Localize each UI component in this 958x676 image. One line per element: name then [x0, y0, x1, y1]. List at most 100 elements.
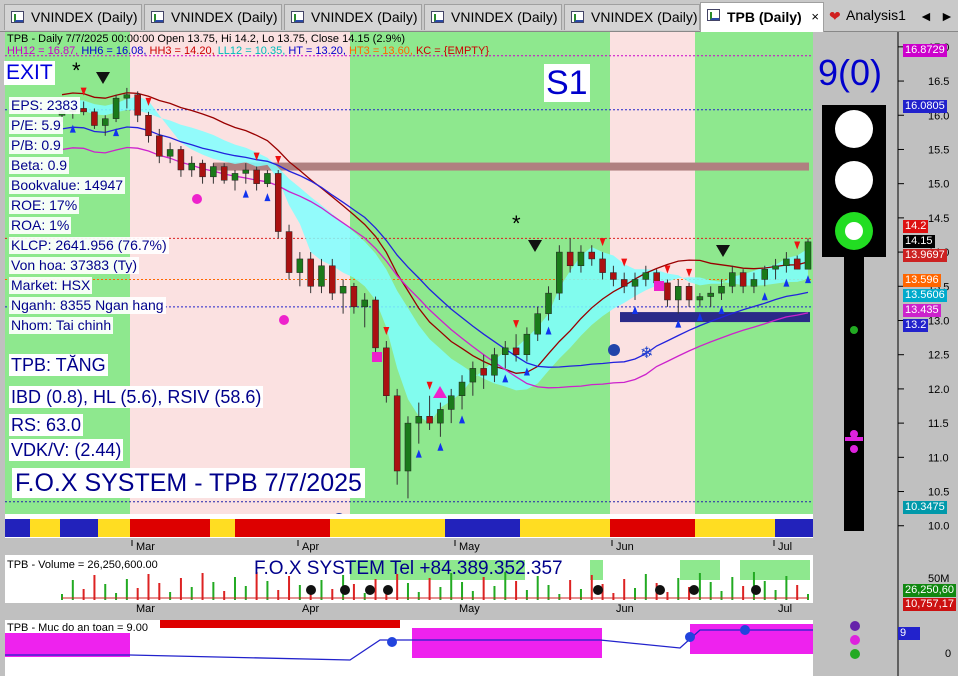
- volume-bar-0: [61, 594, 63, 600]
- safe-bar-red: [160, 620, 400, 628]
- tab-vnindex-2[interactable]: VNINDEX (Daily): [144, 4, 282, 30]
- tick-label-11.5: 11.5: [928, 418, 949, 430]
- safety-title: TPB - Muc do an toan = 9.00: [7, 622, 148, 634]
- candle-body: [664, 282, 671, 301]
- chart-icon: [707, 9, 720, 21]
- tab-vnindex-5[interactable]: VNINDEX (Daily): [564, 4, 700, 30]
- tab-bar: VNINDEX (Daily) VNINDEX (Daily) VNINDEX …: [0, 0, 958, 32]
- tab-vnindex-1[interactable]: VNINDEX (Daily): [4, 4, 142, 30]
- analysis-trend: TPB: TĂNG: [9, 354, 108, 376]
- candle-body: [329, 265, 336, 294]
- candle-body: [523, 333, 531, 355]
- price-tag-hh12: 16.8729: [903, 44, 947, 57]
- chart-header-line2: HH12 = 16.87, HH6 = 16.08, HH3 = 14.20, …: [7, 45, 489, 57]
- candle-body: [404, 422, 412, 472]
- strip-cell-12: [775, 519, 813, 537]
- volume-bar-19: [266, 581, 269, 600]
- strip-cell-8: [445, 519, 520, 537]
- candle-body: [783, 258, 790, 267]
- volume-bar-49: [590, 575, 593, 600]
- fund-beta: Beta: 0.9: [9, 157, 70, 174]
- volume-bar-67: [785, 576, 788, 600]
- candle-body: [512, 347, 520, 355]
- tick-label-11.0: 11.0: [928, 452, 949, 464]
- volume-bar-14: [212, 582, 215, 600]
- exit-signal: EXIT: [4, 61, 55, 85]
- volume-bar-56: [666, 592, 669, 600]
- volume-bar-6: [125, 579, 128, 600]
- tab-scroll-left-button[interactable]: ◄: [919, 8, 933, 24]
- volume-bar-60: [709, 582, 712, 600]
- fund-pe: P/E: 5.9: [9, 117, 63, 134]
- candle-body: [188, 162, 195, 171]
- candle-31: [393, 388, 401, 485]
- volume-dot-5: [655, 585, 665, 595]
- fox-system-title: F.O.X SYSTEM - TPB 7/7/2025: [12, 468, 365, 498]
- candle-body: [469, 368, 477, 383]
- candle-body: [588, 251, 596, 260]
- price-tag-band: 13.5606: [903, 289, 947, 302]
- month-label-Mar: Mar: [136, 541, 155, 553]
- candle-body: [707, 292, 714, 297]
- safety-dot-1: [685, 632, 695, 642]
- tab-tpb[interactable]: TPB (Daily) ×: [700, 2, 824, 32]
- volume-bar-8: [147, 574, 150, 600]
- volume-dot-4: [593, 585, 603, 595]
- fund-von-hoa: Von hoa: 37383 (Ty): [9, 257, 140, 274]
- volume-bar-5: [115, 593, 118, 600]
- signal-count: 9(0): [818, 52, 883, 93]
- volume-bar-38: [471, 591, 474, 600]
- safe-zone-2: [690, 624, 813, 654]
- tab-label: VNINDEX (Daily): [591, 9, 698, 25]
- volume-bar-11: [179, 578, 182, 600]
- candle-body: [383, 347, 390, 397]
- s1-signal: S1: [544, 64, 590, 102]
- volume-bar-52: [623, 579, 626, 600]
- candle-29: [372, 296, 379, 355]
- analysis-vdk: VDK/V: (2.44): [9, 439, 124, 461]
- tick-label-14.5: 14.5: [928, 213, 949, 225]
- candle-body: [631, 279, 639, 287]
- tab-analysis[interactable]: Analysis1: [846, 7, 906, 23]
- fund-nganh: Nganh: 8355 Ngan hang: [9, 297, 166, 314]
- tab-vnindex-3[interactable]: VNINDEX (Daily): [284, 4, 422, 30]
- candle-body: [480, 368, 487, 376]
- candle-body: [350, 286, 358, 308]
- strip-cell-10: [610, 519, 695, 537]
- volume-dot-2: [365, 585, 375, 595]
- asterisk-marker-2: *: [512, 211, 521, 236]
- tab-label: VNINDEX (Daily): [311, 9, 418, 25]
- candle-body: [696, 296, 704, 301]
- strip-cell-11: [695, 519, 775, 537]
- chart-header-line1: TPB - Daily 7/7/2025 00:00:00 Open 13.75…: [7, 33, 406, 45]
- candle-body: [426, 416, 433, 424]
- volume-bar-28: [363, 593, 366, 600]
- signal-strip-cells: [5, 519, 813, 537]
- strip-cell-2: [60, 519, 98, 537]
- volume-bar-62: [731, 577, 734, 600]
- asterisk-marker: *: [72, 58, 81, 83]
- legend-dot-magenta: [850, 635, 860, 645]
- fund-roa: ROA: 1%: [9, 217, 72, 234]
- volume-bar-1: [71, 580, 74, 600]
- tab-label: VNINDEX (Daily): [171, 9, 278, 25]
- candle-body: [177, 149, 185, 171]
- fund-klcp: KLCP: 2641.956 (76.7%): [9, 237, 169, 254]
- close-tab-button[interactable]: ×: [811, 3, 819, 31]
- tab-vnindex-4[interactable]: VNINDEX (Daily): [424, 4, 562, 30]
- fund-bookvalue: Bookvalue: 14947: [9, 177, 126, 194]
- volume-bar-69: [807, 594, 809, 600]
- candle-body: [675, 286, 682, 301]
- candle-46: [556, 245, 563, 300]
- tab-scroll-right-button[interactable]: ►: [940, 8, 954, 24]
- vol-month-label-May: May: [459, 603, 480, 615]
- tab-label: TPB (Daily): [727, 9, 802, 25]
- volume-dot-0: [306, 585, 316, 595]
- candle-body: [156, 135, 163, 157]
- candle-body: [437, 409, 444, 424]
- chart-icon: [571, 11, 584, 23]
- price-tag-ht: 13.2: [903, 319, 929, 332]
- fund-market: Market: HSX: [9, 277, 93, 294]
- volume-bar-34: [428, 578, 431, 600]
- tick-label-12.5: 12.5: [928, 350, 949, 362]
